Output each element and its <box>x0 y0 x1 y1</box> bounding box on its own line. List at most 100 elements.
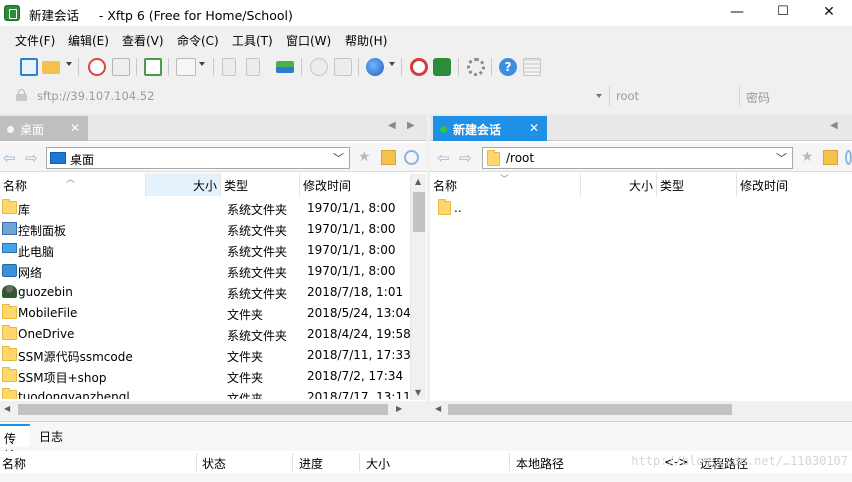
copy-icon[interactable] <box>222 58 236 76</box>
help-icon[interactable]: ? <box>499 58 517 76</box>
folder-icon <box>2 346 17 361</box>
menu-command[interactable]: 命令(C) <box>177 32 219 49</box>
globe-dropdown-icon[interactable] <box>389 62 395 66</box>
col-name[interactable]: 名称 ﹀ <box>430 173 581 196</box>
terminal-dropdown-icon[interactable] <box>199 62 205 66</box>
list-item[interactable]: SSM源代码ssmcode 文件夹 2018/7/11, 17:33 <box>0 345 427 366</box>
remote-horizontal-scrollbar[interactable]: ◀ <box>430 401 852 418</box>
col-modified[interactable]: 修改时间 <box>737 173 852 196</box>
scroll-down-icon[interactable]: ▼ <box>415 388 421 397</box>
local-horizontal-scrollbar[interactable]: ◀ ▶ <box>0 401 427 418</box>
refresh-icon[interactable] <box>404 150 419 165</box>
local-tab-strip: 桌面 ✕ ◀ ▶ <box>0 114 427 141</box>
reconnect-icon[interactable] <box>112 58 130 76</box>
menu-edit[interactable]: 编辑(E) <box>68 32 109 49</box>
list-item[interactable]: .. <box>430 198 852 219</box>
favorite-star-icon[interactable]: ★ <box>358 150 373 165</box>
list-item[interactable]: guozebin 系统文件夹 2018/7/18, 1:01 <box>0 282 427 303</box>
xftp-icon[interactable] <box>433 58 451 76</box>
toolbar: ? <box>0 52 852 82</box>
col-type[interactable]: 类型 <box>221 173 300 196</box>
favorite-star-icon[interactable]: ★ <box>801 150 816 165</box>
scroll-thumb[interactable] <box>448 404 732 415</box>
scroll-right-icon[interactable]: ▶ <box>396 404 402 413</box>
tab-prev-icon[interactable]: ◀ <box>830 120 838 131</box>
terminal-icon[interactable] <box>176 58 196 76</box>
close-button[interactable]: ✕ <box>806 0 852 26</box>
scroll-left-icon[interactable]: ◀ <box>435 404 441 413</box>
list-item[interactable]: MobileFile 文件夹 2018/5/24, 13:04 <box>0 303 427 324</box>
col-transfer-name[interactable]: 名称 <box>2 455 26 472</box>
toolbar-divider <box>168 58 169 76</box>
refresh-icon[interactable] <box>845 150 852 165</box>
local-path-input[interactable]: 桌面 ﹀ <box>46 147 350 169</box>
host-input[interactable]: sftp://39.107.104.52 <box>37 89 154 103</box>
menu-help[interactable]: 帮助(H) <box>345 32 387 49</box>
back-arrow-icon[interactable]: ⇦ <box>3 149 16 167</box>
col-size[interactable]: 大小 <box>366 455 390 472</box>
menu-window[interactable]: 窗口(W) <box>286 32 331 49</box>
col-size[interactable]: 大小 <box>581 173 657 196</box>
back-arrow-icon[interactable]: ⇦ <box>437 149 450 167</box>
chevron-down-icon[interactable]: ﹀ <box>776 150 787 166</box>
sync-icon[interactable] <box>276 61 294 73</box>
col-type[interactable]: 类型 <box>657 173 737 196</box>
menu-view[interactable]: 查看(V) <box>122 32 164 49</box>
maximize-button[interactable]: ☐ <box>760 0 806 26</box>
list-item[interactable]: 网络 系统文件夹 1970/1/1, 8:00 <box>0 261 427 282</box>
paste-icon[interactable] <box>246 58 260 76</box>
minimize-button[interactable]: — <box>714 0 760 26</box>
disconnect-icon[interactable] <box>88 58 106 76</box>
col-progress[interactable]: 进度 <box>299 455 323 472</box>
gear-icon[interactable] <box>467 58 485 76</box>
tab-next-icon[interactable]: ▶ <box>407 120 415 131</box>
host-dropdown-icon[interactable] <box>596 94 602 98</box>
tab-log[interactable]: 日志 <box>35 424 67 447</box>
list-item[interactable]: tuodongyanzhengl 文件夹 2018/7/17, 13:11 <box>0 387 427 399</box>
file-type: 文件夹 <box>227 350 264 364</box>
chevron-down-icon[interactable]: ﹀ <box>333 150 344 166</box>
tab-prev-icon[interactable]: ◀ <box>388 120 396 131</box>
parent-folder-icon[interactable] <box>381 150 396 165</box>
list-item[interactable]: OneDrive 系统文件夹 2018/4/24, 19:58 <box>0 324 427 345</box>
list-item[interactable]: 库 系统文件夹 1970/1/1, 8:00 <box>0 198 427 219</box>
col-size[interactable]: 大小 <box>146 173 221 196</box>
close-tab-icon[interactable]: ✕ <box>529 121 539 135</box>
scroll-thumb[interactable] <box>18 404 388 415</box>
col-modified[interactable]: 修改时间 <box>300 173 410 196</box>
properties-icon[interactable] <box>334 58 352 76</box>
menu-tools[interactable]: 工具(T) <box>232 32 273 49</box>
list-item[interactable]: 控制面板 系统文件夹 1970/1/1, 8:00 <box>0 219 427 240</box>
col-name[interactable]: 名称 ︿ <box>0 173 146 196</box>
scroll-up-icon[interactable]: ▲ <box>415 177 421 186</box>
scroll-thumb[interactable] <box>413 192 425 232</box>
remote-path-input[interactable]: /root ﹀ <box>482 147 793 169</box>
toolbar-divider <box>301 58 302 76</box>
globe-icon[interactable] <box>366 58 384 76</box>
tab-transfer[interactable]: 传输 <box>0 424 30 463</box>
col-status[interactable]: 状态 <box>202 455 226 472</box>
tab-desktop[interactable]: 桌面 ✕ <box>0 116 88 141</box>
stop-icon[interactable] <box>310 58 328 76</box>
new-session-icon[interactable] <box>20 58 38 76</box>
close-tab-icon[interactable]: ✕ <box>70 121 80 135</box>
new-tab-icon[interactable] <box>144 58 162 76</box>
layout-icon[interactable] <box>523 58 541 76</box>
list-item[interactable]: 此电脑 系统文件夹 1970/1/1, 8:00 <box>0 240 427 261</box>
list-item[interactable]: SSM项目+shop 文件夹 2018/7/2, 17:34 <box>0 366 427 387</box>
file-type: 文件夹 <box>227 392 264 399</box>
open-folder-icon[interactable] <box>42 61 60 74</box>
tab-new-session[interactable]: 新建会话 ✕ <box>433 116 547 141</box>
password-field[interactable]: 密码 <box>739 86 852 106</box>
menu-file[interactable]: 文件(F) <box>15 32 55 49</box>
forward-arrow-icon[interactable]: ⇨ <box>459 149 472 167</box>
scroll-left-icon[interactable]: ◀ <box>4 404 10 413</box>
file-name: .. <box>454 201 462 215</box>
parent-folder-icon[interactable] <box>823 150 838 165</box>
col-local-path[interactable]: 本地路径 <box>516 455 564 472</box>
open-dropdown-icon[interactable] <box>66 62 72 66</box>
username-field[interactable]: root <box>609 86 735 106</box>
forward-arrow-icon[interactable]: ⇨ <box>25 149 38 167</box>
local-vertical-scrollbar[interactable]: ▲ ▼ <box>410 174 426 400</box>
xshell-icon[interactable] <box>410 58 428 76</box>
